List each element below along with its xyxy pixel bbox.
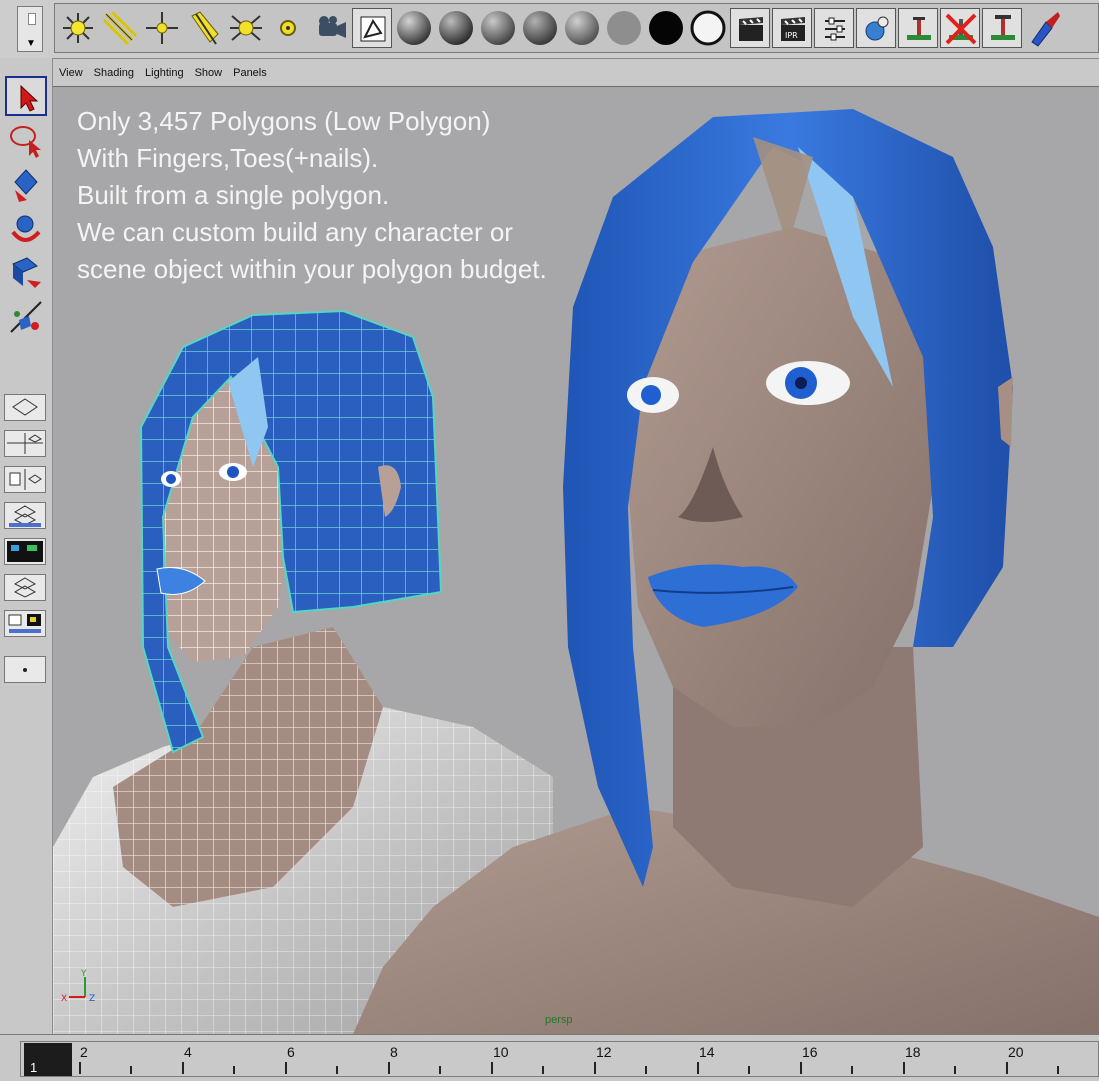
hypershade-layout-icon[interactable] [4,538,46,565]
frame-label: 12 [596,1044,612,1060]
viewport-caption: Only 3,457 Polygons (Low Polygon) With F… [77,103,677,288]
clapboard-ipr-icon[interactable]: IPR [772,8,812,48]
menu-view[interactable]: View [59,67,83,79]
frame-tick [388,1062,390,1074]
frame-tick [1057,1066,1059,1074]
frame-tick [954,1066,956,1074]
frame-tick [542,1066,544,1074]
scale-tool-icon[interactable] [5,252,47,292]
texture-layout-icon[interactable] [4,610,46,637]
delete-render-icon[interactable] [940,8,980,48]
panel-menu-bar: View Shading Lighting Show Panels [53,60,1099,86]
frame-tick [800,1062,802,1074]
menu-show[interactable]: Show [195,67,223,79]
toolbox [0,58,53,1038]
frame-tick [79,1062,81,1074]
menu-panels[interactable]: Panels [233,67,267,79]
select-tool-icon[interactable] [5,76,47,116]
shelf-strip: IPR [54,3,1099,53]
point-light-icon[interactable] [142,8,182,48]
custom-layout-icon[interactable] [4,656,46,683]
chevron-down-icon: ▼ [26,38,36,49]
frame-tick [1006,1062,1008,1074]
axis-gizmo-icon: Y X Z [61,969,95,1004]
paint-effects-icon[interactable] [1024,8,1064,48]
shelf-bar: ▼ IPR [0,0,1099,59]
frame-label: 4 [184,1044,192,1060]
area-light-icon[interactable] [226,8,266,48]
perspective-viewport[interactable]: Only 3,457 Polygons (Low Polygon) With F… [53,86,1099,1034]
frame-tick [748,1066,750,1074]
frame-label: 16 [802,1044,818,1060]
ambient-light-icon[interactable] [58,8,98,48]
batch-render-icon[interactable] [982,8,1022,48]
frame-label: 8 [390,1044,398,1060]
frame-tick [697,1062,699,1074]
caption-line: With Fingers,Toes(+nails). [77,143,379,173]
frame-tick [851,1066,853,1074]
axis-x-label: X [61,994,67,1004]
four-pane-layout-icon[interactable] [4,430,46,457]
time-slider[interactable] [0,1034,1099,1081]
axis-z-label: Z [89,994,95,1004]
gray-swatch-icon[interactable] [604,8,644,48]
camera-icon[interactable] [310,8,350,48]
menu-shading[interactable]: Shading [94,67,134,79]
hypershade-icon[interactable] [856,8,896,48]
menu-lighting[interactable]: Lighting [145,67,184,79]
frame-tick [182,1062,184,1074]
render-view-icon[interactable] [898,8,938,48]
shelf-menu-button[interactable]: ▼ [17,6,43,52]
frame-tick [233,1066,235,1074]
directional-light-icon[interactable] [100,8,140,48]
shader-sphere-4-icon[interactable] [520,8,560,48]
frame-tick [903,1062,905,1074]
camera-name-label: persp [545,1014,573,1026]
axis-y-label: Y [80,969,87,979]
single-pane-layout-icon[interactable] [4,394,46,421]
frame-label: 10 [493,1044,509,1060]
frame-tick [594,1062,596,1074]
svg-text:IPR: IPR [785,31,798,40]
caption-line: Only 3,457 Polygons (Low Polygon) [77,106,491,136]
frame-tick [491,1062,493,1074]
frame-label: 14 [699,1044,715,1060]
rotate-tool-icon[interactable] [5,208,47,248]
shader-sphere-3-icon[interactable] [478,8,518,48]
graph-layout-icon[interactable] [4,574,46,601]
frame-tick [645,1066,647,1074]
spot-light-icon[interactable] [184,8,224,48]
move-tool-icon[interactable] [5,164,47,204]
white-circle-icon[interactable] [688,8,728,48]
frame-label: 18 [905,1044,921,1060]
frame-label: 6 [287,1044,295,1060]
caption-line: scene object within your polygon budget. [77,254,547,284]
caption-line: We can custom build any character or [77,217,513,247]
render-layer-icon[interactable] [352,8,392,48]
caption-line: Built from a single polygon. [77,180,390,210]
shader-sphere-5-icon[interactable] [562,8,602,48]
black-swatch-icon[interactable] [646,8,686,48]
shader-sphere-1-icon[interactable] [394,8,434,48]
frame-tick [439,1066,441,1074]
current-frame-label: 1 [30,1060,38,1075]
shader-sphere-2-icon[interactable] [436,8,476,48]
frame-tick [285,1062,287,1074]
volume-light-icon[interactable] [268,8,308,48]
frame-tick [336,1066,338,1074]
render-settings-icon[interactable] [814,8,854,48]
frame-tick [130,1066,132,1074]
frame-label: 20 [1008,1044,1024,1060]
manipulator-tool-icon[interactable] [5,296,47,336]
outliner-layout-icon[interactable] [4,502,46,529]
clapboard-render-icon[interactable] [730,8,770,48]
shelf-tab-icon [28,13,36,25]
two-pane-layout-icon[interactable] [4,466,46,493]
frame-label: 2 [80,1044,88,1060]
lasso-tool-icon[interactable] [5,120,47,160]
